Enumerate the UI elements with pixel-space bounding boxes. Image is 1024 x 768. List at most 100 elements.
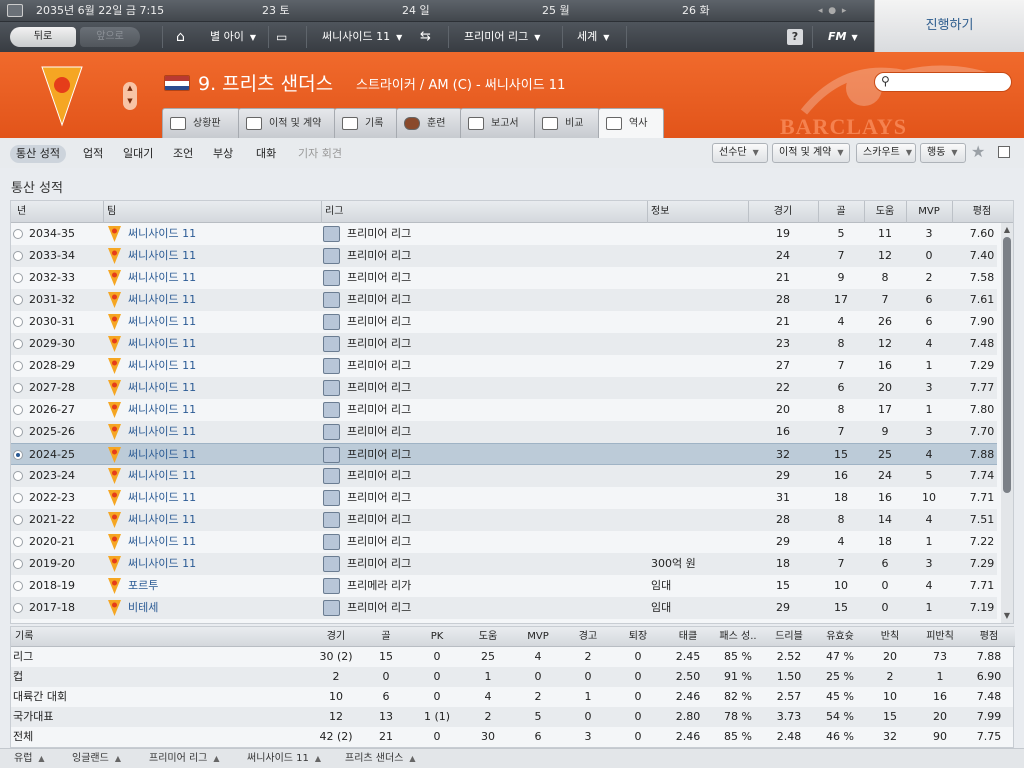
row-select-radio[interactable] (13, 427, 23, 437)
row-select-radio[interactable] (13, 559, 23, 569)
squad-dropdown[interactable]: 선수단 ▼ (712, 143, 768, 163)
table-row[interactable]: 2021-22 써니사이드 11 프리미어 리그 28 8 14 4 7.51 (11, 509, 997, 531)
row-select-radio[interactable] (13, 251, 23, 261)
row-select-radio[interactable] (13, 361, 23, 371)
back-button[interactable]: 뒤로 (10, 27, 76, 47)
team-link[interactable]: 써니사이드 11 (128, 355, 196, 377)
row-select-radio[interactable] (13, 581, 23, 591)
table-row[interactable]: 2025-26 써니사이드 11 프리미어 리그 16 7 9 3 7.70 (11, 421, 997, 443)
table-row[interactable]: 2019-20 써니사이드 11 프리미어 리그 300억 원 18 7 6 3 7.29 (11, 553, 997, 575)
team-link[interactable]: 써니사이드 11 (128, 223, 196, 245)
league-cell[interactable]: 프리미어 리그 (347, 487, 411, 509)
crumb-league[interactable]: 프리미어 리그 ▲ (149, 749, 220, 768)
tab-reports[interactable]: 보고서 (460, 108, 536, 138)
stats-col-header[interactable]: 태클 (663, 627, 713, 647)
transfer-dropdown[interactable]: 이적 및 계약 ▼ (772, 143, 850, 163)
home-icon[interactable]: ⌂ (176, 22, 185, 52)
day-3[interactable]: 25 월 (542, 0, 570, 22)
fm-menu[interactable]: FM ▼ (828, 22, 858, 52)
league-cell[interactable]: 프리메라 리가 (347, 575, 411, 597)
stats-col-header[interactable]: MVP (513, 627, 563, 647)
scout-dropdown[interactable]: 스카우트 ▼ (856, 143, 916, 163)
league-cell[interactable]: 프리미어 리그 (347, 531, 411, 553)
team-link[interactable]: 써니사이드 11 (128, 465, 196, 487)
subnav-injuries[interactable]: 부상 (213, 145, 233, 163)
table-row[interactable]: 2020-21 써니사이드 11 프리미어 리그 29 4 18 1 7.22 (11, 531, 997, 553)
table-row[interactable]: 전체 42 (2) 21 0 30 6 3 0 2.46 85 % 2.48 46 % 32 90 7.75 (11, 727, 1013, 747)
table-row[interactable]: 2032-33 써니사이드 11 프리미어 리그 21 9 8 2 7.58 (11, 267, 997, 289)
col-info[interactable]: 정보 (651, 201, 669, 223)
team-link[interactable]: 써니사이드 11 (128, 553, 196, 575)
col-team[interactable]: 팀 (107, 201, 116, 223)
league-cell[interactable]: 프리미어 리그 (347, 223, 411, 245)
world-menu[interactable]: 세계 ▼ (577, 22, 609, 52)
team-link[interactable]: 써니사이드 11 (128, 377, 196, 399)
row-select-radio[interactable] (13, 493, 23, 503)
row-select-radio[interactable] (13, 339, 23, 349)
date-scroll-controls[interactable]: ◂ ● ▸ (818, 0, 846, 22)
table-row[interactable]: 2033-34 써니사이드 11 프리미어 리그 24 7 12 0 7.40 (11, 245, 997, 267)
stats-col-header[interactable]: 경고 (563, 627, 613, 647)
search-input[interactable]: ⚲ (874, 72, 1012, 92)
continue-button[interactable]: 진행하기 (874, 0, 1024, 52)
table-row[interactable]: 리그 30 (2) 15 0 25 4 2 0 2.45 85 % 2.52 47 % 20 73 7.88 (11, 647, 1013, 667)
league-cell[interactable]: 프리미어 리그 (347, 399, 411, 421)
table-row[interactable]: 국가대표 12 13 1 (1) 2 5 0 0 2.80 78 % 3.73 54 % 15 20 7.9… (11, 707, 1013, 727)
table-row[interactable]: 2029-30 써니사이드 11 프리미어 리그 23 8 12 4 7.48 (11, 333, 997, 355)
squad-icon[interactable]: ▭ (276, 22, 287, 52)
row-select-radio[interactable] (13, 405, 23, 415)
stats-col-header[interactable]: 도움 (463, 627, 513, 647)
team-link[interactable]: 써니사이드 11 (128, 444, 196, 466)
stats-col-header[interactable]: 유효슛 (815, 627, 865, 647)
league-cell[interactable]: 프리미어 리그 (347, 355, 411, 377)
team-link[interactable]: 써니사이드 11 (128, 531, 196, 553)
stats-col-header[interactable]: 드리블 (763, 627, 815, 647)
team-link[interactable]: 써니사이드 11 (128, 487, 196, 509)
col-league[interactable]: 리그 (325, 201, 343, 223)
stats-col-header[interactable]: 피반칙 (915, 627, 965, 647)
stats-col-header[interactable]: 패스 성.. (713, 627, 763, 647)
col-assists[interactable]: 도움 (864, 201, 906, 223)
star-icon[interactable]: ★ (971, 142, 985, 161)
team-menu[interactable]: 써니사이드 11 ▼ (322, 22, 402, 52)
table-row[interactable]: 2027-28 써니사이드 11 프리미어 리그 22 6 20 3 7.77 (11, 377, 997, 399)
league-cell[interactable]: 프리미어 리그 (347, 333, 411, 355)
subnav-career[interactable]: 통산 성적 (10, 145, 66, 163)
subnav-achievements[interactable]: 업적 (83, 145, 103, 163)
row-select-radio[interactable] (13, 537, 23, 547)
tab-stats[interactable]: 기록 (334, 108, 398, 138)
add-note-icon[interactable] (998, 146, 1010, 158)
league-cell[interactable]: 프리미어 리그 (347, 444, 411, 466)
league-cell[interactable]: 프리미어 리그 (347, 597, 411, 619)
stats-col-header[interactable]: 평점 (965, 627, 1013, 647)
player-switch-stepper[interactable]: ▲ ▼ (123, 82, 137, 110)
club-menu[interactable]: 별 아이 ▼ (210, 22, 256, 52)
day-1[interactable]: 23 토 (262, 0, 290, 22)
subnav-advice[interactable]: 조언 (173, 145, 193, 163)
league-cell[interactable]: 프리미어 리그 (347, 289, 411, 311)
table-row[interactable]: 2018-19 포르투 프리메라 리가 임대 15 10 0 4 7.71 (11, 575, 997, 597)
crumb-player[interactable]: 프리츠 샌더스 ▲ (345, 749, 416, 768)
league-menu[interactable]: 프리미어 리그 ▼ (464, 22, 540, 52)
team-link[interactable]: 써니사이드 11 (128, 267, 196, 289)
crumb-england[interactable]: 잉글랜드 ▲ (72, 749, 121, 768)
row-select-radio[interactable] (13, 295, 23, 305)
col-goals[interactable]: 골 (818, 201, 864, 223)
action-dropdown[interactable]: 행동 ▼ (920, 143, 966, 163)
day-4[interactable]: 26 화 (682, 0, 710, 22)
career-scrollbar[interactable]: ▲ ▼ (1001, 223, 1013, 623)
tab-training[interactable]: 훈련 (396, 108, 462, 138)
col-apps[interactable]: 경기 (748, 201, 818, 223)
row-select-radio[interactable] (13, 450, 23, 460)
swap-icon[interactable]: ⇆ (420, 22, 431, 52)
tab-history[interactable]: 역사 (598, 108, 664, 138)
table-row[interactable]: 2024-25 써니사이드 11 프리미어 리그 32 15 25 4 7.88 (11, 443, 997, 465)
league-cell[interactable]: 프리미어 리그 (347, 465, 411, 487)
stats-col-header[interactable]: 경기 (311, 627, 361, 647)
row-select-radio[interactable] (13, 515, 23, 525)
crumb-europe[interactable]: 유럽 ▲ (14, 749, 45, 768)
team-link[interactable]: 써니사이드 11 (128, 421, 196, 443)
table-row[interactable]: 2022-23 써니사이드 11 프리미어 리그 31 18 16 10 7.71 (11, 487, 997, 509)
scroll-down-icon[interactable]: ▼ (1003, 611, 1011, 621)
team-link[interactable]: 써니사이드 11 (128, 399, 196, 421)
